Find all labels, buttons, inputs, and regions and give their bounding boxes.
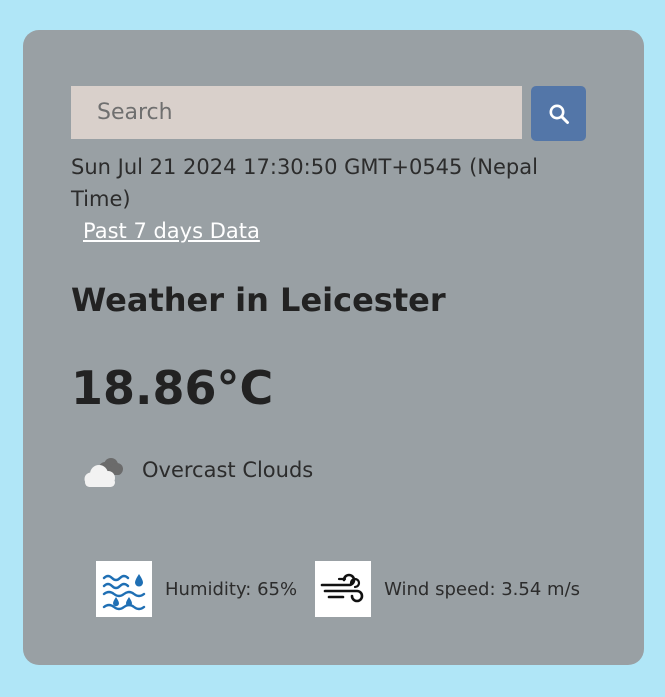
search-button[interactable] [531, 86, 586, 141]
stats-row: Humidity: 65% Wind speed: 3.54 m/s [96, 561, 580, 617]
city-heading: Weather in Leicester [71, 281, 446, 319]
past-7-days-link[interactable]: Past 7 days Data [83, 215, 260, 247]
search-icon [549, 104, 569, 124]
wind-icon [320, 573, 364, 603]
condition-label: Overcast Clouds [142, 458, 314, 482]
temperature-value: 18.86°C [71, 361, 274, 415]
humidity-icon [102, 574, 146, 611]
wind-speed-label: Wind speed: 3.54 m/s [384, 578, 581, 600]
weather-card: Sun Jul 21 2024 17:30:50 GMT+0545 (Nepal… [23, 30, 644, 665]
current-datetime: Sun Jul 21 2024 17:30:50 GMT+0545 (Nepal… [71, 155, 538, 211]
overcast-clouds-icon [84, 458, 123, 487]
search-bar [71, 86, 591, 142]
humidity-icon-box [96, 561, 152, 617]
wind-icon-box [315, 561, 372, 617]
weather-condition: Overcast Clouds [78, 444, 313, 496]
search-input[interactable] [71, 86, 522, 139]
humidity-label: Humidity: 65% [165, 578, 298, 600]
